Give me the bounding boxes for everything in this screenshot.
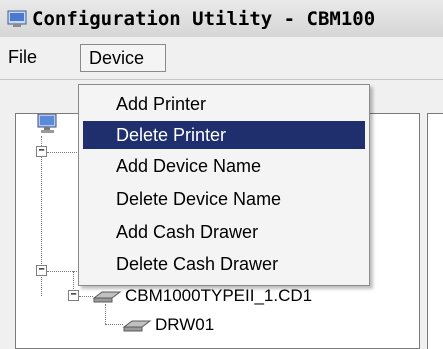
menu-item-delete-device-name[interactable]: Delete Device Name xyxy=(83,185,365,213)
expander-collapse[interactable]: − xyxy=(68,290,79,301)
tree-line xyxy=(73,271,74,291)
tree-line xyxy=(105,304,106,324)
drawer-icon xyxy=(122,320,152,332)
menu-bar: File Device xyxy=(0,37,443,80)
app-icon xyxy=(7,10,27,27)
tree-line xyxy=(47,152,77,153)
menu-file[interactable]: File xyxy=(8,47,37,68)
menu-device[interactable]: Device xyxy=(80,44,166,72)
tree-line xyxy=(79,296,93,297)
tree-node-cash-drawer[interactable]: CBM1000TYPEII_1.CD1 xyxy=(125,286,312,306)
menu-item-add-cash-drawer[interactable]: Add Cash Drawer xyxy=(83,218,365,246)
menu-item-delete-cash-drawer[interactable]: Delete Cash Drawer xyxy=(83,250,365,278)
tree-line xyxy=(105,324,123,325)
device-menu-dropdown: Add Printer Delete Printer Add Device Na… xyxy=(78,84,370,286)
window-title: Configuration Utility - CBM100 xyxy=(32,8,376,30)
tree-node-drawer[interactable]: DRW01 xyxy=(155,315,214,335)
computer-icon xyxy=(37,114,57,133)
menu-item-delete-printer[interactable]: Delete Printer xyxy=(83,121,365,149)
expander-collapse[interactable]: − xyxy=(36,146,47,157)
cash-drawer-icon xyxy=(92,291,122,303)
title-bar: Configuration Utility - CBM100 xyxy=(0,0,443,38)
menu-item-add-device-name[interactable]: Add Device Name xyxy=(83,152,365,180)
details-panel xyxy=(427,113,443,349)
expander-collapse[interactable]: − xyxy=(36,265,47,276)
menu-item-add-printer[interactable]: Add Printer xyxy=(83,90,365,118)
